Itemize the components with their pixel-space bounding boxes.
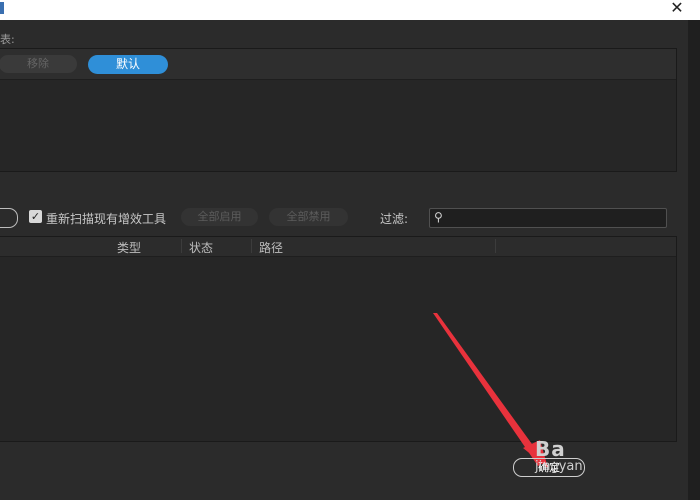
section-label: 表: [0,33,15,46]
filter-input[interactable]: ⚲ [429,208,667,228]
close-button[interactable]: ✕ [666,0,688,18]
disable-all-button[interactable]: 全部禁用 [269,208,348,226]
rescan-label: 重新扫描现有增效工具 [46,212,167,226]
plugin-toolbar: ✓ 重新扫描现有增效工具 全部启用 全部禁用 过滤: ⚲ [0,206,675,230]
watermark-line2: jingyan [535,459,583,474]
toggle-button[interactable] [0,208,18,228]
watermark-line1: Ba [535,437,566,461]
plugin-table: 类型 状态 路径 [0,236,677,442]
column-header-type[interactable]: 类型 [117,239,141,256]
column-separator[interactable] [181,239,182,253]
window-edge [688,20,700,500]
rescan-checkbox[interactable]: ✓ [29,210,42,223]
remove-button[interactable]: 移除 [0,55,77,73]
list-toolbar: 移除 默认 [0,49,676,80]
table-header: 类型 状态 路径 [0,237,676,257]
filter-label: 过滤: [380,212,409,226]
column-header-path[interactable]: 路径 [259,239,283,256]
app-icon [0,2,4,14]
column-separator[interactable] [251,239,252,253]
default-button[interactable]: 默认 [88,55,168,74]
enable-all-button[interactable]: 全部启用 [181,208,258,226]
extensions-list-panel: 移除 默认 [0,48,677,172]
watermark-logo: Ba jingyan [535,438,583,474]
column-separator[interactable] [495,239,496,253]
title-bar: ✕ [0,0,700,20]
column-header-status[interactable]: 状态 [189,239,213,256]
search-icon: ⚲ [434,210,443,224]
